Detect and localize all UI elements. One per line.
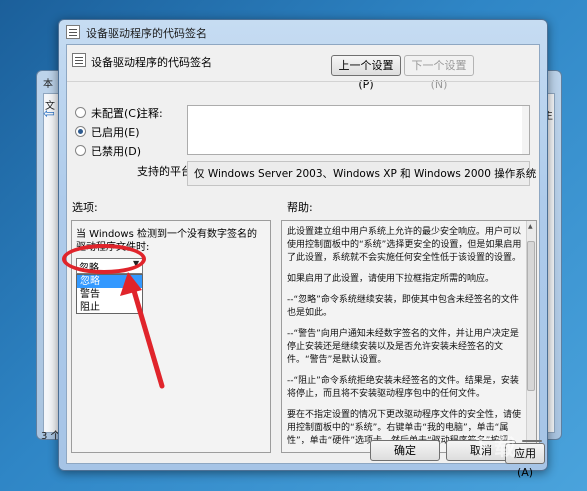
options-label: 选项: — [72, 201, 98, 214]
window-title: 设备驱动程序的代码签名 — [86, 27, 207, 40]
comment-textarea[interactable] — [187, 105, 530, 155]
policy-icon — [66, 25, 80, 39]
radio-disabled-label[interactable]: 已禁用(D) — [91, 143, 141, 159]
apply-button-edge[interactable] — [522, 440, 542, 442]
ok-button[interactable]: 确定 — [370, 440, 440, 461]
radio-enabled-label[interactable]: 已启用(E) — [91, 124, 140, 140]
header-separator — [67, 81, 539, 82]
comment-scrollbar[interactable] — [522, 106, 529, 154]
scroll-up-icon[interactable]: ▲ — [528, 223, 533, 230]
setting-icon — [72, 53, 86, 67]
radio-disabled[interactable] — [75, 145, 86, 156]
watermark: 下载 — [470, 436, 519, 461]
setting-title: 设备驱动程序的代码签名 — [91, 56, 212, 69]
background-window-title: 本 — [43, 79, 53, 90]
help-paragraph: --“警告”向用户通知未经数字签名的文件，并让用户决定是停止安装还是继续安装以及… — [287, 329, 519, 365]
radio-not-configured[interactable] — [75, 107, 86, 118]
annotation-arrow-icon — [120, 272, 165, 389]
title-bar[interactable]: 设备驱动程序的代码签名 — [59, 20, 547, 44]
next-setting-button[interactable]: 下一个设置(N) — [404, 55, 474, 91]
previous-setting-button[interactable]: 上一个设置(P) — [331, 55, 401, 91]
back-arrow-icon[interactable]: ⇦ — [43, 107, 59, 121]
help-paragraph: 如果启用了此设置，请使用下拉框指定所需的响应。 — [287, 274, 495, 284]
policy-dialog: 设备驱动程序的代码签名 设备驱动程序的代码签名 上一个设置(P) 下一个设置(N… — [58, 19, 548, 471]
radio-enabled[interactable] — [75, 126, 86, 137]
help-label: 帮助: — [287, 201, 313, 214]
supported-platform-value: 仅 Windows Server 2003、Windows XP 和 Windo… — [194, 168, 537, 180]
help-scroll-thumb[interactable] — [527, 241, 535, 391]
comment-label: 注释: — [137, 107, 163, 120]
help-paragraph: 此设置建立组中用户系统上允许的最少安全响应。用户可以使用控制面板中的“系统”选择… — [287, 227, 522, 263]
radio-not-configured-label[interactable]: 未配置(C) — [91, 105, 140, 121]
help-paragraph: --“忽略”命令系统继续安装，即使其中包含未经签名的文件也是如此。 — [287, 295, 519, 318]
help-text: 此设置建立组中用户系统上允许的最少安全响应。用户可以使用控制面板中的“系统”选择… — [287, 226, 523, 456]
help-paragraph: --“阻止”命令系统拒绝安装未经签名的文件。结果是，安装将停止，而且将不安装驱动… — [287, 376, 519, 399]
